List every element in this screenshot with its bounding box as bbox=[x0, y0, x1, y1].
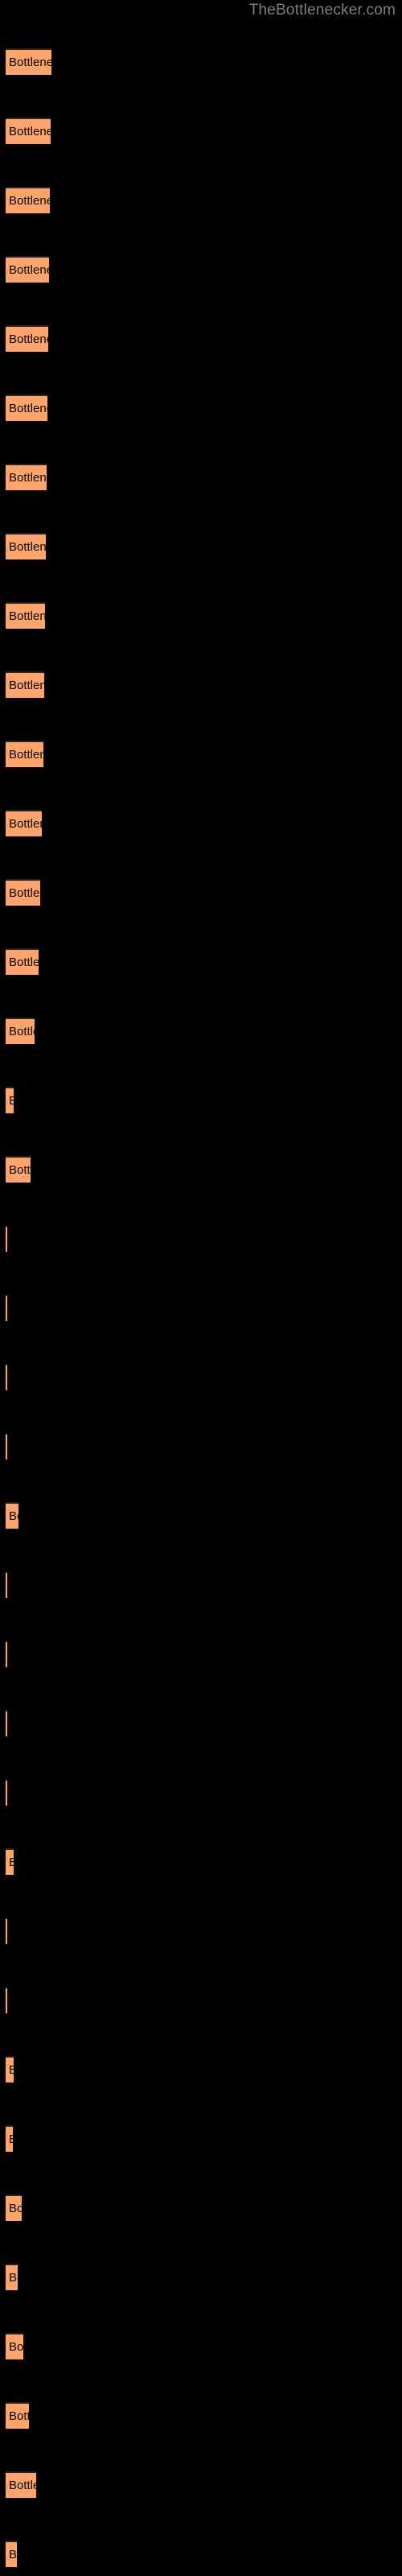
bar-label: Bottleneck result bbox=[9, 332, 48, 346]
bar-label: Bottleneck result bbox=[9, 886, 40, 900]
bar-label: Bottleneck result bbox=[9, 2409, 29, 2423]
bar-label: Bottleneck result bbox=[9, 748, 43, 762]
bottleneck-bar[interactable]: Bottleneck result bbox=[6, 948, 39, 975]
bar-label: Bottleneck result bbox=[9, 2132, 13, 2148]
bottleneck-bar[interactable]: Bottleneck result bbox=[6, 256, 49, 283]
bar-label: Bottleneck result bbox=[9, 1855, 14, 1871]
bar-label: Bottleneck result bbox=[9, 817, 42, 831]
bottleneck-bar[interactable]: Bottleneck result bbox=[6, 118, 51, 144]
bar-label: Bottleneck result bbox=[9, 1093, 14, 1109]
bottleneck-bar[interactable]: Bottleneck result bbox=[6, 187, 50, 213]
bottleneck-bar[interactable]: Bottleneck result bbox=[6, 325, 48, 352]
bottleneck-bar[interactable]: Bottleneck result bbox=[6, 1710, 7, 1736]
bar-label: Bottleneck result bbox=[9, 402, 47, 415]
bar-label: Bottleneck result bbox=[9, 2340, 23, 2354]
bar-label: Bottleneck result bbox=[9, 2202, 22, 2215]
bottleneck-bar[interactable]: Bottleneck result bbox=[6, 1156, 31, 1183]
bottleneck-bar[interactable]: Bottleneck result bbox=[6, 1364, 7, 1390]
bottleneck-bar[interactable]: Bottleneck result bbox=[6, 1987, 7, 2013]
bottleneck-bar[interactable]: Bottleneck result bbox=[6, 741, 43, 767]
bottleneck-bar[interactable]: Bottleneck result bbox=[6, 464, 47, 490]
bottleneck-bar[interactable]: Bottleneck result bbox=[6, 2056, 14, 2083]
bottleneck-bar[interactable]: Bottleneck result bbox=[6, 1502, 18, 1529]
bottleneck-bar[interactable]: Bottleneck result bbox=[6, 48, 51, 75]
bar-label: Bottleneck result bbox=[9, 471, 47, 485]
bottleneck-bar[interactable]: Bottleneck result bbox=[6, 810, 42, 836]
bar-label: Bottleneck result bbox=[9, 125, 51, 138]
bar-label: Bottleneck result bbox=[9, 2548, 17, 2562]
bottleneck-bar[interactable]: Bottleneck result bbox=[6, 533, 46, 559]
bar-label: Bottleneck result bbox=[9, 1509, 18, 1523]
bottleneck-bar[interactable]: Bottleneck result bbox=[6, 671, 44, 698]
bottleneck-bar[interactable]: Bottleneck result bbox=[6, 2125, 13, 2152]
bottleneck-bar[interactable]: Bottleneck result bbox=[6, 2264, 18, 2290]
bar-label: Bottleneck result bbox=[9, 609, 45, 623]
bar-label: Bottleneck result bbox=[9, 2062, 14, 2079]
bottleneck-bar[interactable]: Bottleneck result bbox=[6, 394, 47, 421]
bottleneck-bar[interactable]: Bottleneck result bbox=[6, 1294, 7, 1321]
bottleneck-bar[interactable]: Bottleneck result bbox=[6, 1641, 7, 1667]
bar-label: Bottleneck result bbox=[9, 1025, 35, 1038]
bar-label: Bottleneck result bbox=[9, 263, 49, 277]
bottleneck-bar[interactable]: Bottleneck result bbox=[6, 602, 45, 629]
bar-label: Bottleneck result bbox=[9, 540, 46, 554]
bottleneck-bar[interactable]: Bottleneck result bbox=[6, 2541, 17, 2567]
bar-label: Bottleneck result bbox=[9, 1163, 31, 1177]
bottleneck-bar[interactable]: Bottleneck result bbox=[6, 2471, 36, 2498]
bottleneck-bar[interactable]: Bottleneck result bbox=[6, 1087, 14, 1113]
bottleneck-bar[interactable]: Bottleneck result bbox=[6, 879, 40, 906]
bottleneck-bar[interactable]: Bottleneck result bbox=[6, 1433, 7, 1459]
bottleneck-bar[interactable]: Bottleneck result bbox=[6, 1848, 14, 1875]
bar-label: Bottleneck result bbox=[9, 56, 51, 69]
bottleneck-bar[interactable]: Bottleneck result bbox=[6, 1918, 7, 1944]
bar-label: Bottleneck result bbox=[9, 194, 50, 208]
bar-label: Bottleneck result bbox=[9, 956, 39, 969]
bar-label: Bottleneck result bbox=[9, 2479, 36, 2492]
bottleneck-bar[interactable]: Bottleneck result bbox=[6, 1779, 7, 1806]
bottleneck-bar[interactable]: Bottleneck result bbox=[6, 2194, 22, 2221]
bar-label: Bottleneck result bbox=[9, 2271, 18, 2285]
bottleneck-bar[interactable]: Bottleneck result bbox=[6, 1225, 7, 1252]
bottleneck-bar-chart: Bottleneck result Bottleneck result Bottle… bbox=[0, 0, 402, 2576]
bottleneck-bar[interactable]: Bottleneck result bbox=[6, 1018, 35, 1044]
bar-label: Bottleneck result bbox=[9, 679, 44, 692]
bottleneck-bar[interactable]: Bottleneck result bbox=[6, 2402, 29, 2429]
bottleneck-bar[interactable]: Bottleneck result bbox=[6, 1571, 7, 1598]
bottleneck-bar[interactable]: Bottleneck result bbox=[6, 2333, 23, 2359]
